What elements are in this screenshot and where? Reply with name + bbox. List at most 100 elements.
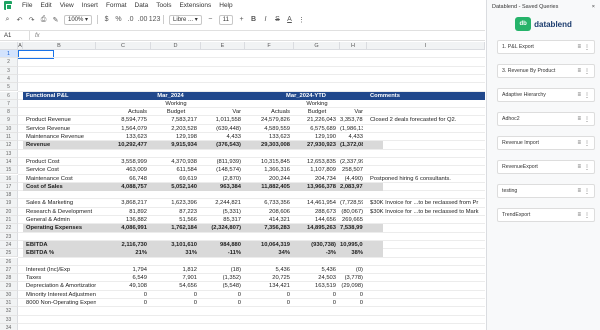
value-cell[interactable]: 87,223 bbox=[151, 208, 197, 216]
percent-format-button[interactable]: % bbox=[115, 16, 122, 23]
value-cell[interactable]: 1,366,316 bbox=[245, 166, 290, 174]
menu-format[interactable]: Format bbox=[106, 2, 127, 9]
comment-cell[interactable]: $30K Invoice for ...to be reclassed from… bbox=[370, 199, 485, 207]
more-options-icon[interactable]: ⋮ bbox=[298, 16, 305, 24]
value-cell[interactable]: 0 bbox=[294, 291, 336, 299]
value-cell[interactable]: 81,892 bbox=[96, 208, 147, 216]
value-cell[interactable]: 0 bbox=[151, 299, 197, 307]
value-cell[interactable]: 7,901 bbox=[151, 274, 197, 282]
value-cell[interactable]: 11,882,405 bbox=[245, 183, 290, 191]
row-header-1[interactable]: 1 bbox=[0, 50, 18, 59]
menu-data[interactable]: Data bbox=[135, 2, 149, 9]
value-cell[interactable]: (0) bbox=[340, 266, 363, 274]
value-cell[interactable]: 2,244,821 bbox=[201, 199, 241, 207]
value-cell[interactable]: 984,880 bbox=[201, 241, 241, 249]
minus-icon[interactable]: − bbox=[207, 16, 214, 23]
saved-query-item[interactable]: testing ≡ ⋮ bbox=[497, 184, 595, 198]
value-cell[interactable]: 3,353,782 bbox=[340, 116, 363, 124]
value-cell[interactable]: 129,198 bbox=[151, 133, 197, 141]
value-cell[interactable]: 10,064,319 bbox=[245, 241, 290, 249]
font-select[interactable]: Libre ... ▾ bbox=[169, 14, 202, 25]
comment-cell[interactable]: Postponed hiring 6 consultants. bbox=[370, 175, 485, 183]
row-header-8[interactable]: 8 bbox=[0, 108, 18, 117]
row-header-22[interactable]: 22 bbox=[0, 224, 18, 233]
menu-extensions[interactable]: Extensions bbox=[179, 2, 211, 9]
menu-file[interactable]: File bbox=[22, 2, 32, 9]
value-cell[interactable]: 0 bbox=[151, 291, 197, 299]
value-cell[interactable]: 9,915,934 bbox=[151, 141, 197, 149]
column-header-g[interactable]: G bbox=[294, 42, 340, 50]
print-icon[interactable]: ⎙ bbox=[40, 16, 47, 23]
value-cell[interactable]: 1,794 bbox=[96, 266, 147, 274]
close-icon[interactable]: × bbox=[592, 4, 595, 10]
row-header-29[interactable]: 29 bbox=[0, 282, 18, 291]
italic-icon[interactable]: I bbox=[262, 16, 269, 23]
value-cell[interactable]: 20,725 bbox=[245, 274, 290, 282]
value-cell[interactable]: 5,052,140 bbox=[151, 183, 197, 191]
bold-icon[interactable]: B bbox=[250, 16, 257, 23]
saved-query-item[interactable]: RevenueExport ≡ ⋮ bbox=[497, 160, 595, 174]
value-cell[interactable]: 134,421 bbox=[245, 282, 290, 290]
row-header-14[interactable]: 14 bbox=[0, 157, 18, 167]
value-cell[interactable]: 269,665 bbox=[340, 216, 363, 224]
query-filter-icon[interactable]: ≡ bbox=[577, 44, 581, 51]
query-menu-icon[interactable]: ⋮ bbox=[584, 116, 590, 123]
value-cell[interactable]: 12,653,835 bbox=[294, 158, 336, 166]
value-cell[interactable]: 133,623 bbox=[96, 133, 147, 141]
value-cell[interactable]: 0 bbox=[201, 291, 241, 299]
value-cell[interactable]: (18) bbox=[201, 266, 241, 274]
query-filter-icon[interactable]: ≡ bbox=[577, 68, 581, 75]
value-cell[interactable]: (930,738) bbox=[294, 241, 336, 249]
redo-icon[interactable]: ↷ bbox=[28, 16, 35, 24]
query-menu-icon[interactable]: ⋮ bbox=[584, 92, 590, 99]
value-cell[interactable]: -3% bbox=[294, 249, 336, 257]
row-header-2[interactable]: 2 bbox=[0, 58, 18, 67]
value-cell[interactable]: 963,384 bbox=[201, 183, 241, 191]
menu-tools[interactable]: Tools bbox=[156, 2, 171, 9]
menu-help[interactable]: Help bbox=[219, 2, 232, 9]
menu-view[interactable]: View bbox=[60, 2, 74, 9]
value-cell[interactable]: 1,623,396 bbox=[151, 199, 197, 207]
name-box[interactable]: A1 bbox=[0, 31, 30, 40]
query-filter-icon[interactable]: ≡ bbox=[577, 92, 581, 99]
value-cell[interactable]: 38% bbox=[340, 249, 363, 257]
value-cell[interactable]: 10,292,477 bbox=[96, 141, 147, 149]
value-cell[interactable]: 163,519 bbox=[294, 282, 336, 290]
value-cell[interactable]: 7,583,217 bbox=[151, 116, 197, 124]
value-cell[interactable]: 66,748 bbox=[96, 175, 147, 183]
value-cell[interactable]: 4,086,991 bbox=[96, 224, 147, 232]
row-header-34[interactable]: 34 bbox=[0, 323, 18, 330]
value-cell[interactable]: 200,244 bbox=[245, 175, 290, 183]
query-filter-icon[interactable]: ≡ bbox=[577, 116, 581, 123]
number-format-button[interactable]: 123 bbox=[149, 16, 161, 23]
value-cell[interactable]: (1,372,085) bbox=[340, 141, 363, 149]
row-header-6[interactable]: 6 bbox=[0, 91, 18, 100]
value-cell[interactable]: 0 bbox=[245, 299, 290, 307]
value-cell[interactable]: 414,321 bbox=[245, 216, 290, 224]
value-cell[interactable]: 31% bbox=[151, 249, 197, 257]
value-cell[interactable]: 10,315,845 bbox=[245, 158, 290, 166]
spreadsheet-grid[interactable]: A B C D E F G H I 1 2 3 4 5 6 7 8 9 10 11 12 13 14 15 16 17 18 19 20… bbox=[0, 42, 485, 330]
paint-format-icon[interactable]: ✎ bbox=[52, 16, 59, 24]
query-menu-icon[interactable]: ⋮ bbox=[584, 188, 590, 195]
menu-insert[interactable]: Insert bbox=[82, 2, 98, 9]
value-cell[interactable]: 13,966,378 bbox=[294, 183, 336, 191]
row-header-5[interactable]: 5 bbox=[0, 83, 18, 92]
value-cell[interactable]: 288,673 bbox=[294, 208, 336, 216]
column-header-e[interactable]: E bbox=[201, 42, 245, 50]
row-header-33[interactable]: 33 bbox=[0, 315, 18, 324]
value-cell[interactable]: 7,356,283 bbox=[245, 224, 290, 232]
value-cell[interactable]: 6,575,689 bbox=[294, 125, 336, 133]
value-cell[interactable]: 0 bbox=[245, 291, 290, 299]
row-header-16[interactable]: 16 bbox=[0, 174, 18, 183]
value-cell[interactable]: 1,812 bbox=[151, 266, 197, 274]
query-menu-icon[interactable]: ⋮ bbox=[584, 68, 590, 75]
value-cell[interactable]: 54,656 bbox=[151, 282, 197, 290]
column-header-c[interactable]: C bbox=[96, 42, 151, 50]
value-cell[interactable]: 3,558,999 bbox=[96, 158, 147, 166]
row-header-15[interactable]: 15 bbox=[0, 166, 18, 175]
row-header-32[interactable]: 32 bbox=[0, 307, 18, 316]
value-cell[interactable]: (4,490) bbox=[340, 175, 363, 183]
value-cell[interactable]: 1,762,184 bbox=[151, 224, 197, 232]
row-header-25[interactable]: 25 bbox=[0, 249, 18, 258]
